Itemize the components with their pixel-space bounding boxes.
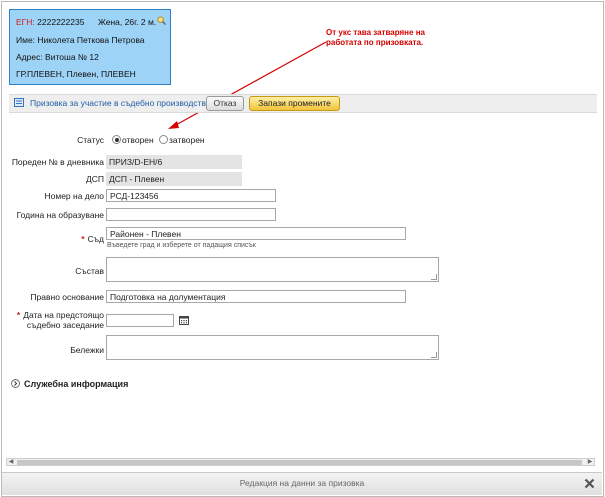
status-closed-label[interactable]: затворен	[169, 135, 205, 145]
resize-grip[interactable]	[431, 274, 437, 280]
legal-basis-label: Правно основание	[30, 292, 104, 302]
hearing-date-label: * Дата на предстоящо съдебно заседание	[17, 310, 104, 330]
annotation-note: От укс тава затваряне на работата по при…	[326, 28, 425, 48]
calendar-icon[interactable]	[179, 315, 189, 325]
annotation-line-1: От укс тава затваряне на	[326, 28, 425, 37]
journal-no-value: ПРИЗ/D-ЕН/6	[106, 155, 242, 169]
scroll-right-icon[interactable]: ▶	[586, 459, 594, 465]
hearing-date-input[interactable]	[106, 314, 174, 327]
horizontal-scrollbar[interactable]: ◀ ▶	[6, 458, 595, 466]
resize-grip[interactable]	[431, 352, 437, 358]
search-icon[interactable]	[157, 16, 166, 25]
toolbar-title: Призовка за участие в съдебно производст…	[30, 98, 211, 108]
official-info-label[interactable]: Служебна информация	[24, 379, 128, 389]
notes-label: Бележки	[70, 345, 104, 355]
composition-textarea[interactable]	[106, 257, 439, 282]
journal-no-label: Пореден № в дневника	[11, 157, 104, 167]
cancel-button[interactable]: Отказ	[206, 96, 244, 111]
required-marker: *	[16, 310, 21, 320]
egn-label: ЕГН:	[16, 17, 35, 27]
save-changes-button[interactable]: Запази промените	[249, 96, 340, 111]
court-hint: Въведете град и изберете от падащия спис…	[107, 242, 256, 249]
annotation-line-2: работата по призовката.	[326, 38, 424, 47]
court-input[interactable]: Районен - Плевен	[106, 227, 406, 240]
dsp-value: ДСП - Плевен	[106, 172, 242, 186]
close-icon[interactable]	[584, 478, 595, 489]
year-label: Година на образуване	[16, 210, 104, 220]
legal-basis-input[interactable]: Подготовка на долументация	[106, 290, 406, 303]
document-icon	[14, 98, 24, 107]
hearing-date-label-line-2: съдебно заседание	[26, 320, 104, 330]
scrollbar-thumb[interactable]	[17, 460, 582, 465]
person-name: Име: Николета Петкова Петрова	[16, 35, 145, 45]
required-marker: *	[81, 234, 85, 244]
status-closed-radio[interactable]	[159, 135, 168, 144]
person-card: ЕГН: 2222222235 Жена, 26г. 2 м. Име: Ник…	[9, 9, 171, 85]
toolbar: Призовка за участие в съдебно производст…	[9, 94, 597, 113]
hearing-date-label-line-1: * Дата на предстоящо	[17, 310, 104, 320]
case-no-label: Номер на дело	[44, 191, 105, 201]
dsp-label: ДСП	[85, 174, 104, 184]
dialog-footer: Редакция на данни за призовка	[2, 472, 602, 495]
person-city: ГР.ПЛЕВЕН, Плевен, ПЛЕВЕН	[16, 69, 136, 79]
scroll-left-icon[interactable]: ◀	[7, 459, 15, 465]
court-label: * Съд	[81, 234, 104, 244]
notes-textarea[interactable]	[106, 335, 439, 360]
composition-label: Състав	[75, 266, 104, 276]
status-open-radio[interactable]	[112, 135, 121, 144]
status-label: Статус	[77, 135, 104, 145]
footer-title: Редакция на данни за призовка	[239, 478, 365, 488]
year-input[interactable]	[106, 208, 276, 221]
person-address: Адрес: Витоша № 12	[16, 52, 99, 62]
egn-row: ЕГН: 2222222235	[16, 17, 84, 27]
status-open-label[interactable]: отворен	[122, 135, 154, 145]
court-label-text: Съд	[87, 234, 104, 244]
gender-age: Жена, 26г. 2 м.	[98, 17, 157, 27]
case-no-input[interactable]: РСД-123456	[106, 189, 276, 202]
chevron-right-icon[interactable]	[11, 379, 20, 388]
hearing-date-label-text-1: Дата на предстоящо	[23, 310, 104, 320]
egn-value: 2222222235	[37, 17, 85, 27]
